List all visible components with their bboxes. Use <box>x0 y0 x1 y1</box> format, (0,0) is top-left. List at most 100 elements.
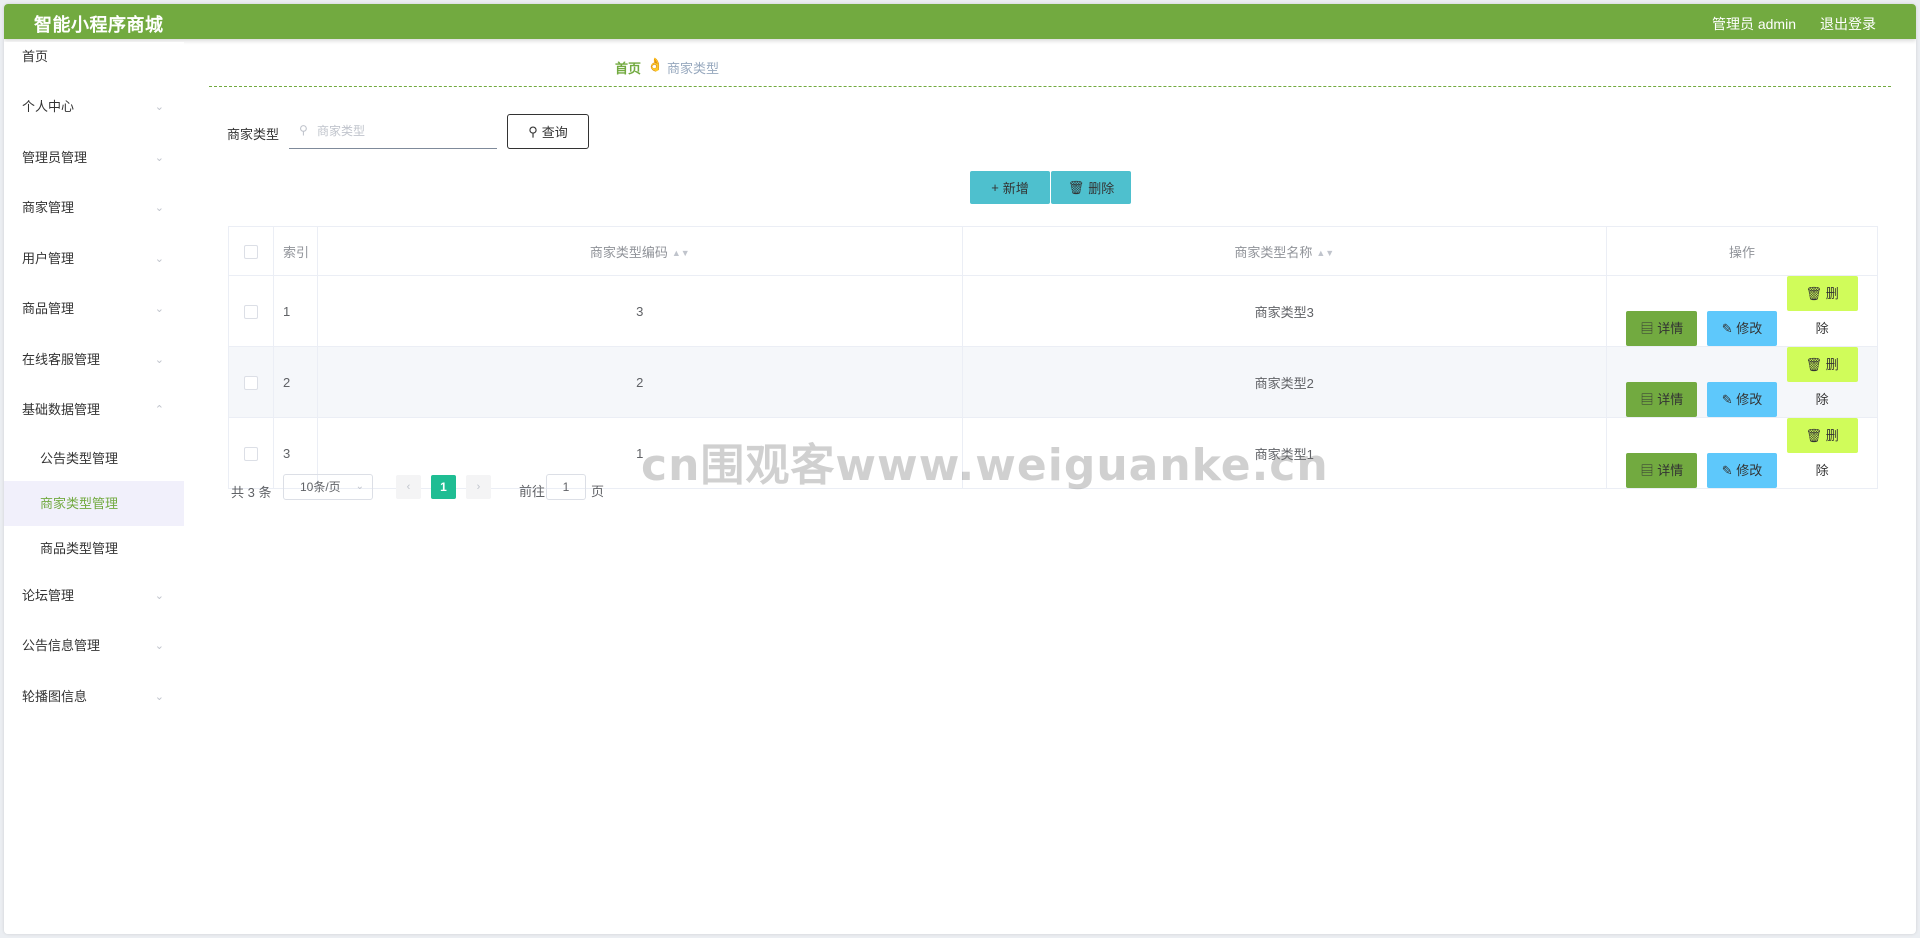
add-button-label: 新增 <box>1002 181 1029 196</box>
delete-button[interactable]: 🗑 删除 <box>1786 347 1858 407</box>
chevron-down-icon: ⌄ <box>154 690 164 703</box>
app-title: 智能小程序商城 <box>34 15 164 35</box>
logout-link[interactable]: 退出登录 <box>1820 14 1876 34</box>
detail-button[interactable]: ▤ 详情 <box>1626 382 1698 417</box>
row-checkbox[interactable] <box>244 446 258 461</box>
header-name[interactable]: 商家类型名称 ▲▼ <box>962 226 1607 276</box>
chevron-down-icon: ⌄ <box>154 353 164 366</box>
hand-icon: 👌 <box>647 57 664 72</box>
top-bar: 智能小程序商城 管理员 admin 退出登录 <box>4 4 1916 39</box>
batch-delete-label: 删除 <box>1088 181 1115 196</box>
header-code-label: 商家类型编码 <box>589 244 668 260</box>
trash-icon: 🗑 <box>1067 179 1085 195</box>
search-input[interactable] <box>289 114 497 149</box>
sidebar-item-forum[interactable]: 论坛管理 ⌄ <box>4 571 184 622</box>
document-icon: ▤ <box>1640 392 1654 407</box>
cell-name: 商家类型1 <box>962 417 1607 489</box>
table-row: 1 3 商家类型3 ▤ 详情 ✎ 修改 🗑 删除 <box>228 275 1878 347</box>
sidebar-item-notice-info[interactable]: 公告信息管理 ⌄ <box>4 621 184 672</box>
sidebar-item-product-management[interactable]: 商品管理 ⌄ <box>4 284 184 335</box>
plus-icon: + <box>991 180 999 195</box>
edit-button[interactable]: ✎ 修改 <box>1707 453 1777 488</box>
sidebar-item-carousel[interactable]: 轮播图信息 ⌄ <box>4 672 184 723</box>
data-table: 索引 商家类型编码 ▲▼ 商家类型名称 ▲▼ 操作 1 3 商家类型3 ▤ 详情… <box>228 226 1878 489</box>
chevron-down-icon: ⌄ <box>154 151 164 164</box>
row-checkbox-cell <box>228 346 274 418</box>
detail-label: 详情 <box>1657 321 1684 336</box>
chevron-down-icon: ⌄ <box>154 303 164 315</box>
cell-actions: ▤ 详情 ✎ 修改 🗑 删除 <box>1606 275 1878 347</box>
detail-label: 详情 <box>1657 463 1684 478</box>
edit-button[interactable]: ✎ 修改 <box>1707 311 1777 346</box>
sidebar-item-label: 轮播图信息 <box>22 688 88 704</box>
sidebar-item-home[interactable]: 首页 <box>4 42 184 82</box>
header-index: 索引 <box>273 226 318 276</box>
header-code[interactable]: 商家类型编码 ▲▼ <box>317 226 963 276</box>
goto-suffix: 页 <box>591 484 605 499</box>
breadcrumb-home[interactable]: 首页 <box>615 58 641 77</box>
pencil-icon: ✎ <box>1721 463 1733 478</box>
cell-actions: ▤ 详情 ✎ 修改 🗑 删除 <box>1606 346 1878 418</box>
main-content: 首页 👌 商家类型 商家类型 ⚲ ⚲ 查询 + 新增 🗑 删除 索 <box>209 42 1891 934</box>
query-button[interactable]: ⚲ 查询 <box>507 114 589 149</box>
sidebar: 首页 个人中心 ⌄ 管理员管理 ⌄ 商家管理 ⌄ 用户管理 ⌄ 商品管理 ⌄ 在… <box>4 42 184 934</box>
detail-button[interactable]: ▤ 详情 <box>1626 453 1698 488</box>
cell-index: 1 <box>273 275 318 347</box>
trash-icon: 🗑 <box>1805 357 1823 372</box>
add-button[interactable]: + 新增 <box>970 171 1050 204</box>
sidebar-item-label: 首页 <box>22 49 49 64</box>
select-all-checkbox[interactable] <box>244 244 258 259</box>
chevron-down-icon: ⌄ <box>154 589 164 602</box>
sidebar-item-label: 在线客服管理 <box>22 351 101 367</box>
breadcrumb: 首页 👌 商家类型 <box>209 42 1891 87</box>
cell-index: 2 <box>273 346 318 418</box>
sidebar-item-admin-management[interactable]: 管理员管理 ⌄ <box>4 133 184 184</box>
cell-name: 商家类型3 <box>962 275 1607 347</box>
header-actions: 操作 <box>1606 226 1878 276</box>
sidebar-item-basic-data[interactable]: 基础数据管理 ⌃ <box>4 385 184 436</box>
table-header-row: 索引 商家类型编码 ▲▼ 商家类型名称 ▲▼ 操作 <box>228 226 1878 276</box>
delete-button[interactable]: 🗑 删除 <box>1786 276 1858 336</box>
sort-icon[interactable]: ▲▼ <box>1316 248 1334 258</box>
pencil-icon: ✎ <box>1721 392 1733 407</box>
page-size-value: 10条/页 <box>300 480 341 494</box>
edit-label: 修改 <box>1736 392 1763 407</box>
search-label: 商家类型 <box>227 127 280 142</box>
cell-actions: ▤ 详情 ✎ 修改 🗑 删除 <box>1606 417 1878 489</box>
chevron-down-icon: ⌄ <box>355 481 364 492</box>
sidebar-item-label: 个人中心 <box>22 99 75 114</box>
batch-delete-button[interactable]: 🗑 删除 <box>1051 171 1131 204</box>
row-checkbox-cell <box>228 417 274 489</box>
table-row: 2 2 商家类型2 ▤ 详情 ✎ 修改 🗑 删除 <box>228 346 1878 418</box>
edit-label: 修改 <box>1736 463 1763 478</box>
sidebar-subitem-notice-type[interactable]: 公告类型管理 <box>4 436 184 481</box>
sidebar-item-label: 基础数据管理 <box>22 402 101 417</box>
goto-page-input[interactable]: 1 <box>546 474 586 500</box>
edit-label: 修改 <box>1736 321 1763 336</box>
chevron-down-icon: ⌄ <box>154 202 164 214</box>
sidebar-item-merchant-management[interactable]: 商家管理 ⌄ <box>4 183 184 234</box>
sidebar-subitem-product-type[interactable]: 商品类型管理 <box>4 526 184 571</box>
next-page-button[interactable]: › <box>466 475 491 499</box>
detail-button[interactable]: ▤ 详情 <box>1626 311 1698 346</box>
row-checkbox[interactable] <box>244 304 258 319</box>
sidebar-item-label: 商家管理 <box>22 200 75 215</box>
document-icon: ▤ <box>1640 321 1654 336</box>
sidebar-item-label: 用户管理 <box>22 250 75 266</box>
chevron-down-icon: ⌄ <box>154 101 164 113</box>
sidebar-subitem-merchant-type[interactable]: 商家类型管理 <box>4 480 184 526</box>
sidebar-item-personal-center[interactable]: 个人中心 ⌄ <box>4 82 184 133</box>
row-checkbox-cell <box>228 275 274 347</box>
trash-icon: 🗑 <box>1805 428 1823 443</box>
page-number-current[interactable]: 1 <box>431 475 456 499</box>
page-size-select[interactable]: 10条/页 ⌄ <box>283 474 373 500</box>
edit-button[interactable]: ✎ 修改 <box>1707 382 1777 417</box>
sort-icon[interactable]: ▲▼ <box>672 248 690 258</box>
prev-page-button[interactable]: ‹ <box>396 475 421 499</box>
document-icon: ▤ <box>1640 463 1654 478</box>
delete-button[interactable]: 🗑 删除 <box>1786 418 1858 478</box>
row-checkbox[interactable] <box>244 375 258 390</box>
sidebar-item-label: 公告信息管理 <box>22 638 101 653</box>
sidebar-item-online-service[interactable]: 在线客服管理 ⌄ <box>4 335 184 386</box>
sidebar-item-user-management[interactable]: 用户管理 ⌄ <box>4 234 184 285</box>
